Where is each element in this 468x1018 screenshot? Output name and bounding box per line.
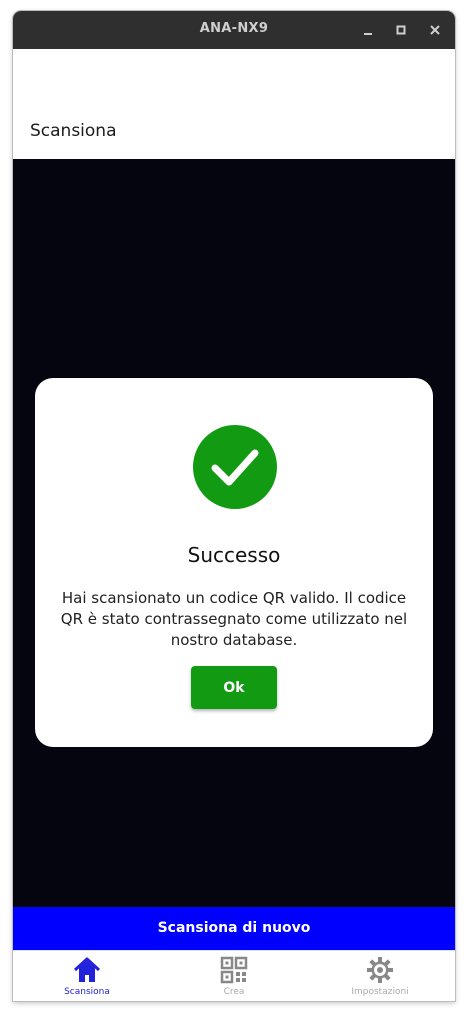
window-titlebar[interactable]: ANA-NX9: [13, 11, 455, 49]
check-circle-icon: [192, 424, 278, 510]
minimize-icon[interactable]: [358, 20, 378, 40]
dialog-message: Hai scansionato un codice QR valido. Il …: [60, 589, 408, 649]
page-title: Scansiona: [30, 121, 117, 141]
bottom-navigation: Scansiona Crea Impostazioni: [13, 950, 455, 1001]
dialog-title: Successo: [187, 543, 281, 567]
nav-label: Impostazioni: [351, 987, 409, 997]
maximize-icon[interactable]: [391, 20, 411, 40]
app-bar: Scansiona: [13, 49, 455, 160]
gear-icon: [367, 957, 393, 983]
app-window: ANA-NX9 Scansiona Successo Hai scansiona…: [13, 11, 455, 1001]
nav-item-impostazioni[interactable]: Impostazioni: [310, 955, 450, 1001]
nav-item-scansiona[interactable]: Scansiona: [17, 955, 157, 1001]
home-icon: [73, 957, 101, 982]
nav-label: Scansiona: [64, 987, 110, 997]
window-title: ANA-NX9: [199, 21, 269, 36]
qr-code-icon: [220, 956, 248, 984]
scan-again-button[interactable]: Scansiona di nuovo: [13, 907, 455, 950]
close-icon[interactable]: [425, 20, 445, 40]
nav-label: Crea: [223, 987, 245, 997]
ok-button[interactable]: Ok: [191, 666, 277, 709]
nav-item-crea[interactable]: Crea: [164, 955, 304, 1001]
success-dialog: Successo Hai scansionato un codice QR va…: [35, 378, 433, 747]
